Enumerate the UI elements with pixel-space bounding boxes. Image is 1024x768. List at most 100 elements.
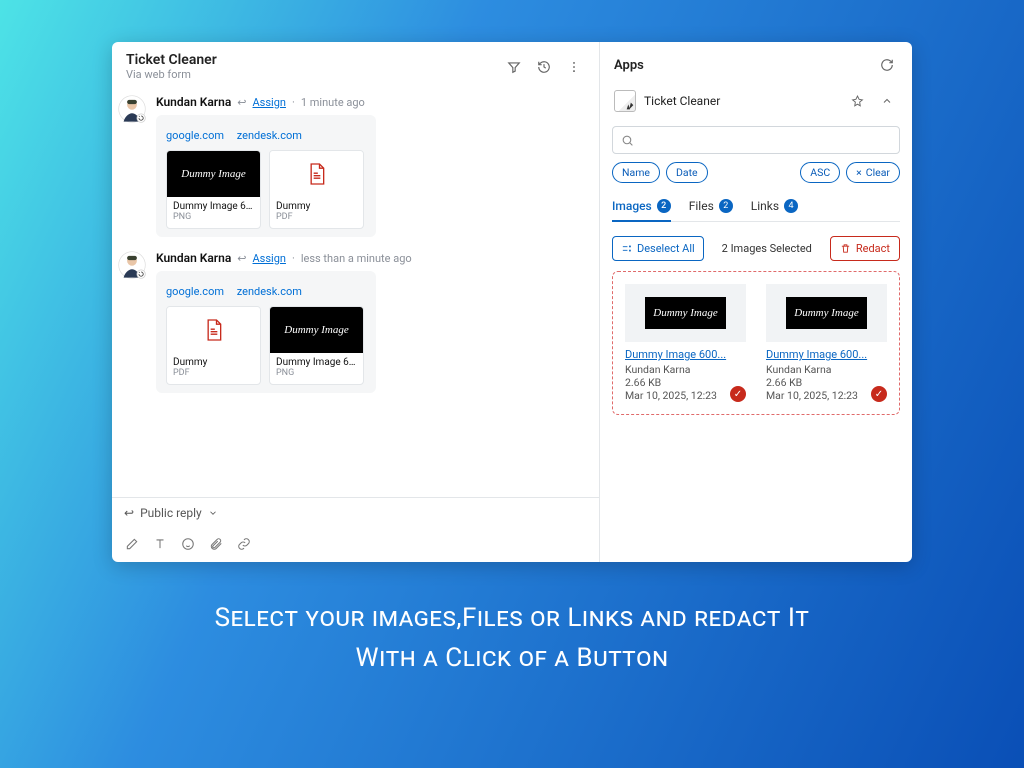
app-window: Ticket Cleaner Via web form K (112, 42, 912, 562)
messages-list: Kundan Karna ↩ Assign · 1 minute ago goo… (112, 87, 599, 497)
message-item: Kundan Karna ↩ Assign · less than a minu… (118, 251, 589, 393)
sort-asc-button[interactable]: ASC (800, 162, 840, 183)
attachment-name: Dummy Image 600... (173, 201, 254, 212)
attachment-card[interactable]: Dummy PDF (269, 150, 364, 229)
reply-arrow-icon: ↩ (237, 96, 246, 109)
refresh-icon[interactable] (876, 54, 898, 76)
link-icon[interactable] (236, 536, 252, 552)
assign-link[interactable]: Assign (253, 96, 286, 109)
tab-images[interactable]: Images 2 (612, 195, 671, 221)
reply-arrow-icon: ↩ (237, 252, 246, 265)
link[interactable]: zendesk.com (237, 129, 302, 142)
image-thumb: Dummy Image (625, 284, 746, 342)
link[interactable]: google.com (166, 129, 224, 142)
selected-cards: Dummy Image Dummy Image 600... Kundan Ka… (612, 271, 900, 415)
message-body: google.com zendesk.com Dummy PDF (156, 271, 376, 393)
ticket-pane: Ticket Cleaner Via web form K (112, 42, 600, 562)
more-icon[interactable] (563, 56, 585, 78)
filter-name-button[interactable]: Name (612, 162, 660, 183)
attachment-icon[interactable] (208, 536, 224, 552)
app-header-row: Ticket Cleaner (600, 82, 912, 120)
trash-icon (840, 243, 851, 254)
text-icon[interactable] (152, 536, 168, 552)
chevron-up-icon[interactable] (876, 90, 898, 112)
attachment-type: PNG (173, 212, 254, 222)
image-size: 2.66 KB (625, 376, 746, 389)
image-size: 2.66 KB (766, 376, 887, 389)
attachment-thumb: Dummy Image (270, 307, 363, 353)
app-logo-icon (614, 90, 636, 112)
message-author: Kundan Karna (156, 95, 231, 109)
marketing-tagline: Select your images,Files or Links and re… (215, 598, 810, 679)
message-body: google.com zendesk.com Dummy Image Dummy… (156, 115, 376, 237)
close-icon: × (856, 166, 862, 179)
avatar (118, 95, 146, 123)
image-title-link[interactable]: Dummy Image 600... (766, 348, 887, 361)
attachment-card[interactable]: Dummy Image Dummy Image 600... PNG (269, 306, 364, 385)
chevron-down-icon (208, 508, 218, 518)
redact-button[interactable]: Redact (830, 236, 900, 261)
attachment-name: Dummy (173, 357, 254, 368)
apps-header: Apps (600, 42, 912, 82)
reply-mode-selector[interactable]: ↩ Public reply (112, 498, 599, 528)
attachment-type: PDF (276, 212, 357, 222)
assign-link[interactable]: Assign (253, 252, 286, 265)
editor-toolbar (112, 528, 599, 562)
filter-icon[interactable] (503, 56, 525, 78)
attachment-card[interactable]: Dummy PDF (166, 306, 261, 385)
count-badge: 2 (719, 199, 733, 213)
history-icon[interactable] (533, 56, 555, 78)
message-links: google.com zendesk.com (166, 285, 366, 298)
search-icon (621, 134, 634, 147)
selection-count-label: 2 Images Selected (712, 242, 822, 255)
image-card[interactable]: Dummy Image Dummy Image 600... Kundan Ka… (619, 278, 752, 408)
emoji-icon[interactable] (180, 536, 196, 552)
page-subtitle: Via web form (126, 68, 495, 81)
ticket-header: Ticket Cleaner Via web form (112, 42, 599, 87)
count-badge: 2 (657, 199, 671, 213)
selected-check-icon[interactable]: ✓ (730, 386, 746, 402)
search-input[interactable] (612, 126, 900, 154)
tab-files[interactable]: Files 2 (689, 195, 733, 221)
selection-actions: Deselect All 2 Images Selected Redact (612, 236, 900, 261)
reply-mode-label: Public reply (140, 506, 202, 520)
message-item: Kundan Karna ↩ Assign · 1 minute ago goo… (118, 95, 589, 237)
filter-pills: Name Date ASC ×Clear (612, 162, 900, 183)
image-date: Mar 10, 2025, 12:23 (625, 389, 746, 402)
message-author: Kundan Karna (156, 251, 231, 265)
pin-icon[interactable] (846, 90, 868, 112)
image-thumb: Dummy Image (766, 284, 887, 342)
attachment-thumb: Dummy Image (167, 151, 260, 197)
message-time: less than a minute ago (301, 252, 412, 265)
link[interactable]: zendesk.com (237, 285, 302, 298)
filter-date-button[interactable]: Date (666, 162, 708, 183)
image-card[interactable]: Dummy Image Dummy Image 600... Kundan Ka… (760, 278, 893, 408)
attachment-name: Dummy Image 600... (276, 357, 357, 368)
asset-tabs: Images 2 Files 2 Links 4 (612, 193, 900, 222)
attachment-type: PNG (276, 368, 357, 378)
tab-links[interactable]: Links 4 (751, 195, 798, 221)
image-owner: Kundan Karna (766, 363, 887, 376)
attachment-card[interactable]: Dummy Image Dummy Image 600... PNG (166, 150, 261, 229)
message-links: google.com zendesk.com (166, 129, 366, 142)
compose-icon[interactable] (124, 536, 140, 552)
apps-pane: Apps Ticket Cleaner Name (600, 42, 912, 562)
clear-button[interactable]: ×Clear (846, 162, 900, 183)
apps-title: Apps (614, 58, 876, 73)
search-field[interactable] (640, 133, 891, 147)
app-name: Ticket Cleaner (644, 94, 838, 108)
reply-arrow-icon: ↩ (124, 506, 134, 520)
page-title: Ticket Cleaner (126, 52, 495, 68)
image-date: Mar 10, 2025, 12:23 (766, 389, 887, 402)
attachment-type: PDF (173, 368, 254, 378)
image-owner: Kundan Karna (625, 363, 746, 376)
image-title-link[interactable]: Dummy Image 600... (625, 348, 746, 361)
avatar (118, 251, 146, 279)
reply-bar: ↩ Public reply (112, 497, 599, 562)
attachment-name: Dummy (276, 201, 357, 212)
message-time: 1 minute ago (301, 96, 365, 109)
pdf-icon (270, 151, 363, 197)
link[interactable]: google.com (166, 285, 224, 298)
selected-check-icon[interactable]: ✓ (871, 386, 887, 402)
deselect-all-button[interactable]: Deselect All (612, 236, 704, 261)
